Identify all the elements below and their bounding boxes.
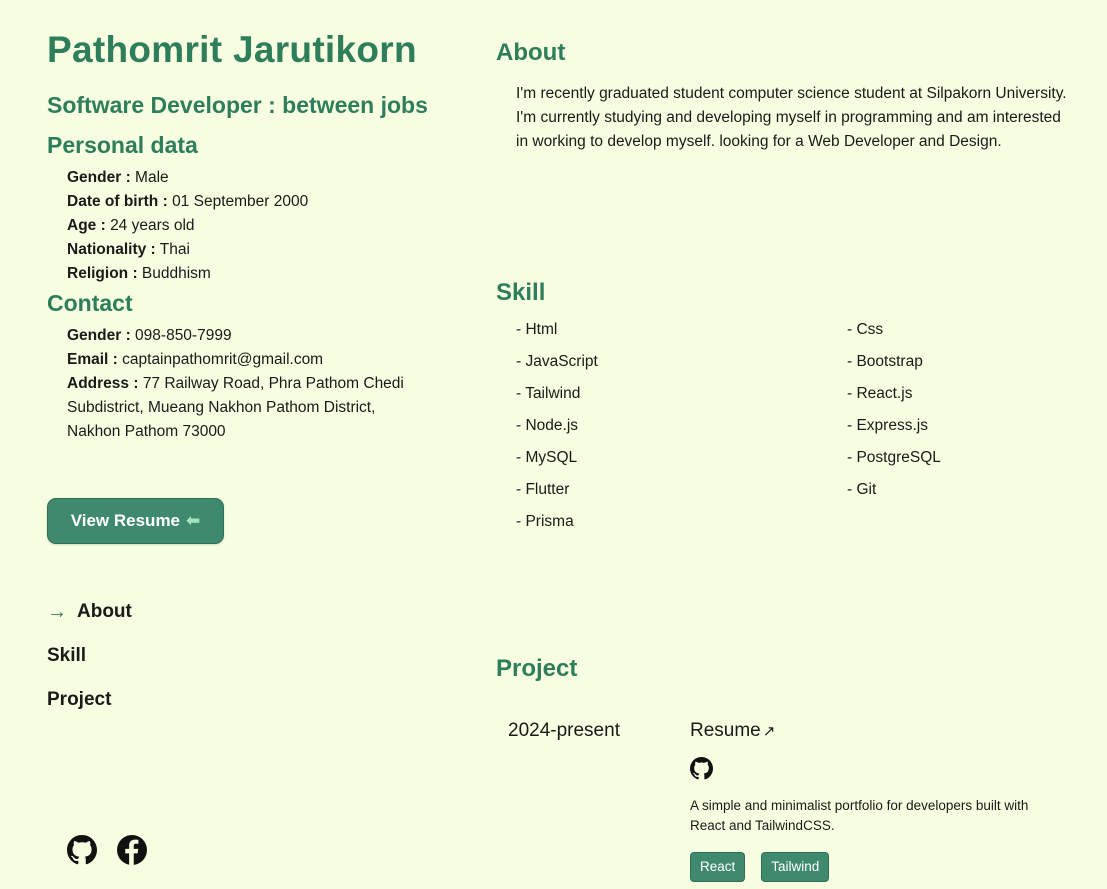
skill-item: - Css (847, 321, 884, 338)
about-section: About I'm recently graduated student com… (496, 38, 1076, 154)
skill-item: - Express.js (847, 417, 928, 434)
left-column: Pathomrit Jarutikorn Software Developer … (47, 28, 447, 444)
about-heading: About (496, 39, 566, 66)
contact-address: Address : 77 Railway Road, Phra Pathom C… (67, 375, 404, 440)
contact-heading: Contact (47, 290, 133, 316)
personal-data-heading: Personal data (47, 132, 198, 158)
view-resume-button[interactable]: View Resume ⬅ (47, 498, 224, 544)
tag-badge: Tailwind (761, 852, 830, 882)
project-title-link[interactable]: Resume ↗ (690, 718, 1030, 745)
project-title: Resume (690, 720, 761, 741)
nav-item-project[interactable]: Project (47, 678, 132, 722)
social-links (67, 835, 147, 865)
nav-item-about[interactable]: → About (47, 590, 132, 634)
project-tags: React Tailwind (690, 852, 1030, 882)
project-heading: Project (496, 655, 578, 682)
profile-role: Software Developer : between jobs (47, 92, 428, 118)
skill-item: - Node.js (516, 417, 579, 434)
nav-item-label: Project (47, 689, 112, 710)
personal-nationality: Nationality : Thai (67, 241, 190, 258)
nav-item-skill[interactable]: Skill (47, 634, 132, 678)
personal-religion: Religion : Buddhism (67, 265, 211, 282)
skill-item: - Git (847, 481, 877, 498)
project-card: 2024-present Resume ↗ A simple and minima… (496, 718, 1076, 882)
personal-age: Age : 24 years old (67, 217, 195, 234)
skill-item: - React.js (847, 385, 913, 402)
contact-list: Gender : 098-850-7999 Email : captainpat… (47, 324, 412, 444)
skill-section: Skill - Html - Css - JavaScript - Bootst… (496, 278, 1076, 546)
skill-item: - Html (516, 321, 558, 338)
project-year: 2024-present (508, 720, 620, 741)
left-arrow-icon: ⬅ (186, 511, 201, 530)
contact-email: Email : captainpathomrit@gmail.com (67, 351, 324, 368)
skill-heading: Skill (496, 279, 546, 306)
github-icon[interactable] (690, 757, 1030, 780)
facebook-icon[interactable] (117, 835, 147, 865)
skill-item: - Bootstrap (847, 353, 923, 370)
nav-item-label: About (77, 601, 132, 622)
skill-item: - Tailwind (516, 385, 581, 402)
nav-item-label: Skill (47, 645, 87, 666)
about-text: I'm recently graduated student computer … (516, 85, 1067, 150)
project-details: Resume ↗ A simple and minimalist portfoli… (690, 718, 1030, 882)
external-link-icon: ↗ (762, 723, 776, 740)
view-resume-label: View Resume (70, 511, 181, 530)
skill-item: - JavaScript (516, 353, 598, 370)
skill-item: - MySQL (516, 449, 578, 466)
right-arrow-icon: → (47, 601, 67, 623)
personal-dob: Date of birth : 01 September 2000 (67, 193, 309, 210)
personal-data-list: Gender : Male Date of birth : 01 Septemb… (47, 166, 447, 286)
skill-list: - Html - Css - JavaScript - Bootstrap - … (496, 322, 1076, 546)
github-icon[interactable] (67, 835, 97, 865)
tag-badge: React (690, 852, 746, 882)
section-nav: → About Skill Project (47, 590, 132, 722)
project-description: A simple and minimalist portfolio for de… (690, 798, 1029, 833)
skill-item: - PostgreSQL (847, 449, 941, 466)
project-section: Project 2024-present Resume ↗ A simple an… (496, 654, 1076, 882)
profile-name: Pathomrit Jarutikorn (47, 29, 417, 70)
contact-phone: Gender : 098-850-7999 (67, 327, 232, 344)
skill-item: - Flutter (516, 481, 570, 498)
personal-gender: Gender : Male (67, 169, 169, 186)
skill-item: - Prisma (516, 513, 574, 530)
